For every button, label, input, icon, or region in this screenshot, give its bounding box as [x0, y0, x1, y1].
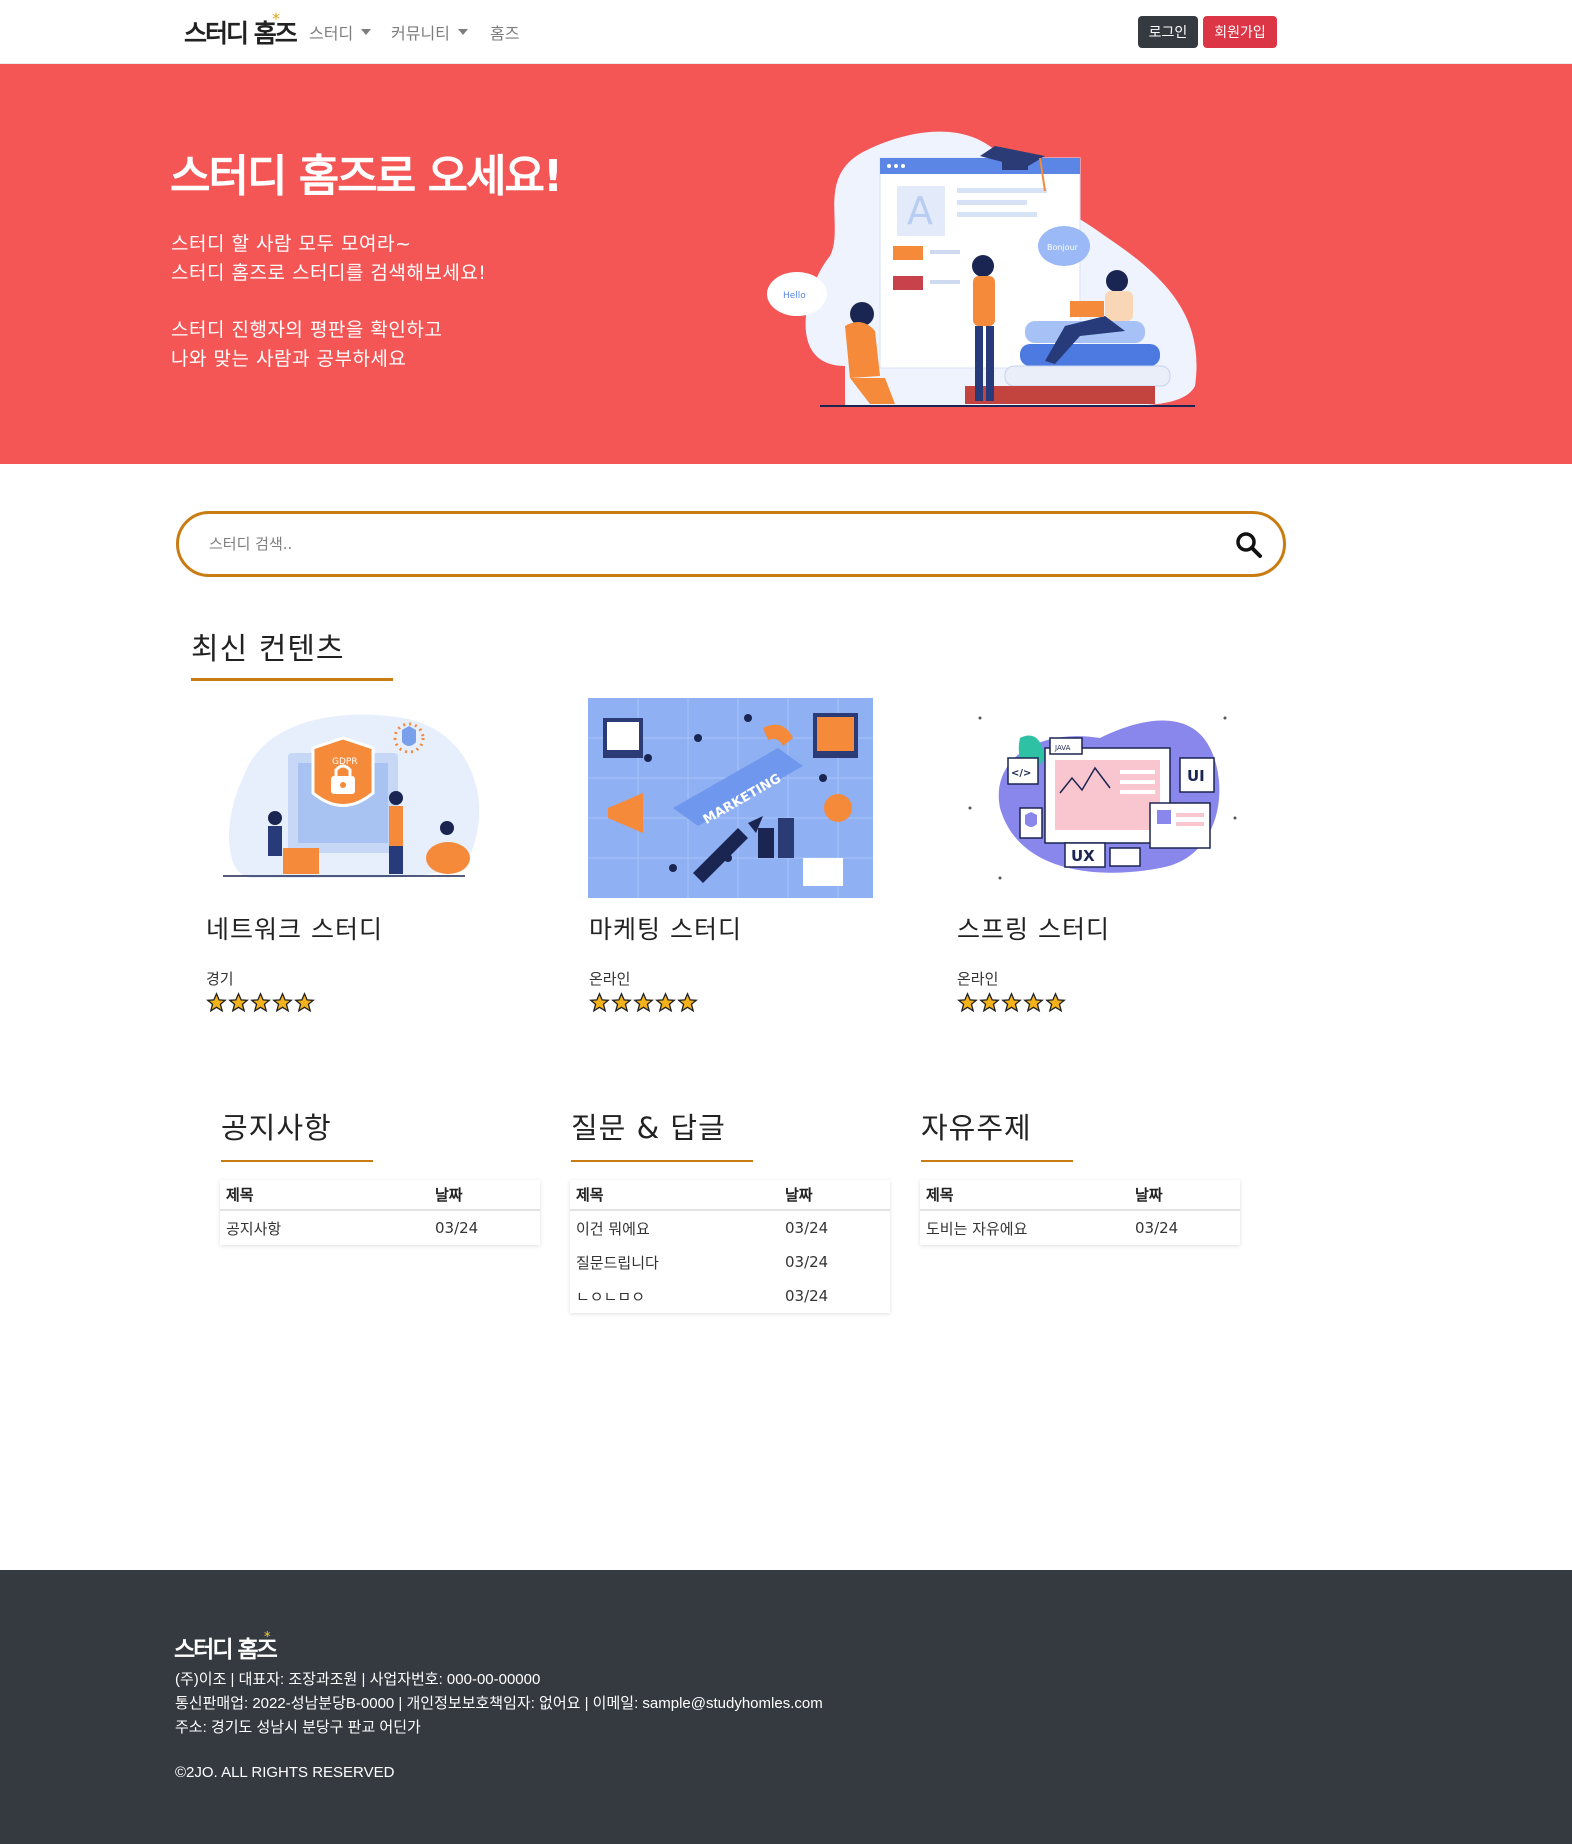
hero-title: 스터디 홈즈로 오세요!	[170, 151, 563, 202]
card-location: 경기	[206, 970, 234, 988]
row-date: 03/24	[785, 1287, 829, 1305]
rating-stars	[589, 992, 698, 1013]
footer-business-info: 통신판매업: 2022-성남분당B-0000 | 개인정보보호책임자: 없어요 …	[175, 1695, 823, 1712]
svg-text:UI: UI	[1187, 767, 1205, 785]
search-input[interactable]	[209, 528, 1169, 560]
hero-text-line: 스터디 진행자의 평판을 확인하고	[171, 319, 443, 341]
section-underline	[191, 678, 393, 681]
column-header-title: 제목	[226, 1186, 254, 1204]
column-header-date: 날짜	[435, 1186, 463, 1204]
row-title: 도비는 자유에요	[926, 1219, 1028, 1238]
footer-address: 주소: 경기도 성남시 분당구 판교 어딘가	[175, 1719, 421, 1736]
row-date: 03/24	[785, 1253, 829, 1271]
nav-study-label: 스터디	[309, 24, 354, 43]
row-title: ㄴㅇㄴㅁㅇ	[576, 1287, 646, 1306]
table-row[interactable]: 공지사항 03/24	[220, 1211, 540, 1245]
star-icon	[250, 992, 271, 1013]
section-underline	[221, 1160, 373, 1162]
star-icon	[272, 992, 293, 1013]
table-row[interactable]: ㄴㅇㄴㅁㅇ 03/24	[570, 1279, 890, 1313]
hero-banner: 스터디 홈즈로 오세요! 스터디 할 사람 모두 모여라~ 스터디 홈즈로 스터…	[0, 64, 1572, 464]
board-title-qna[interactable]: 질문 & 답글	[571, 1105, 726, 1147]
svg-text:A: A	[907, 189, 933, 233]
search-icon[interactable]	[1234, 530, 1264, 560]
card-image-gdpr[interactable]: GDPR	[203, 698, 488, 898]
row-date: 03/24	[435, 1219, 479, 1237]
svg-text:Hello: Hello	[783, 291, 806, 301]
caret-down-icon	[361, 29, 372, 35]
search-bar	[176, 511, 1286, 577]
star-icon	[589, 992, 610, 1013]
row-title: 질문드립니다	[576, 1253, 659, 1272]
table-row[interactable]: 질문드립니다 03/24	[570, 1245, 890, 1279]
star-icon	[677, 992, 698, 1013]
latest-content-title: 최신 컨텐츠	[191, 632, 345, 667]
nav-holmes-label: 홈즈	[490, 24, 520, 43]
star-icon	[1045, 992, 1066, 1013]
card-image-marketing[interactable]: MARKETING	[588, 698, 873, 898]
board-table-qna: 제목 날짜 이건 뭐에요 03/24 질문드립니다 03/24 ㄴㅇㄴㅁㅇ 03…	[570, 1180, 890, 1313]
nav-community-dropdown[interactable]: 커뮤니티	[391, 20, 468, 44]
hero-text-line: 스터디 홈즈로 스터디를 검색해보세요!	[171, 262, 487, 284]
board-title-free[interactable]: 자유주제	[921, 1105, 1032, 1147]
footer-star-icon: *	[264, 1630, 271, 1645]
navbar: 스터디 홈즈 * 스터디 커뮤니티 홈즈 로그인 회원가입	[0, 0, 1572, 64]
star-icon	[1001, 992, 1022, 1013]
card-image-uiux[interactable]: </> JAVA UI UX	[960, 698, 1245, 898]
svg-text:JAVA: JAVA	[1054, 744, 1071, 752]
section-underline	[571, 1160, 753, 1162]
table-header: 제목 날짜	[570, 1180, 890, 1211]
star-icon	[206, 992, 227, 1013]
footer-copyright: ©2JO. ALL RIGHTS RESERVED	[175, 1764, 395, 1781]
star-icon	[979, 992, 1000, 1013]
nav-community-label: 커뮤니티	[391, 24, 450, 43]
card-title[interactable]: 마케팅 스터디	[589, 910, 742, 946]
svg-text:Bonjour: Bonjour	[1047, 243, 1079, 252]
svg-text:</>: </>	[1011, 768, 1031, 779]
row-title: 공지사항	[226, 1219, 282, 1238]
rating-stars	[206, 992, 315, 1013]
star-icon	[611, 992, 632, 1013]
row-title: 이건 뭐에요	[576, 1219, 650, 1238]
card-title[interactable]: 네트워크 스터디	[206, 910, 383, 946]
row-date: 03/24	[1135, 1219, 1179, 1237]
board-table-free: 제목 날짜 도비는 자유에요 03/24	[920, 1180, 1240, 1245]
star-icon	[633, 992, 654, 1013]
card-title[interactable]: 스프링 스터디	[957, 910, 1110, 946]
brand-star-icon: *	[272, 9, 280, 28]
star-icon	[294, 992, 315, 1013]
table-row[interactable]: 이건 뭐에요 03/24	[570, 1211, 890, 1245]
board-table-notice: 제목 날짜 공지사항 03/24	[220, 1180, 540, 1245]
signup-button[interactable]: 회원가입	[1203, 16, 1277, 48]
star-icon	[228, 992, 249, 1013]
column-header-date: 날짜	[785, 1186, 813, 1204]
star-icon	[957, 992, 978, 1013]
rating-stars	[957, 992, 1066, 1013]
card-location: 온라인	[957, 970, 999, 988]
footer-company-info: (주)이조 | 대표자: 조장과조원 | 사업자번호: 000-00-00000	[175, 1671, 541, 1688]
board-title-notice[interactable]: 공지사항	[221, 1105, 332, 1147]
card-location: 온라인	[589, 970, 631, 988]
hero-text-line: 나와 맞는 사람과 공부하세요	[171, 348, 407, 370]
table-row[interactable]: 도비는 자유에요 03/24	[920, 1211, 1240, 1245]
column-header-date: 날짜	[1135, 1186, 1163, 1204]
star-icon	[655, 992, 676, 1013]
nav-holmes-link[interactable]: 홈즈	[490, 20, 519, 44]
table-header: 제목 날짜	[220, 1180, 540, 1211]
star-icon	[1023, 992, 1044, 1013]
caret-down-icon	[457, 29, 468, 35]
table-header: 제목 날짜	[920, 1180, 1240, 1211]
column-header-title: 제목	[926, 1186, 954, 1204]
footer: 스터디 홈즈 * (주)이조 | 대표자: 조장과조원 | 사업자번호: 000…	[0, 1570, 1572, 1844]
hero-study-illustration: A Hello Bonjour	[767, 131, 1197, 407]
column-header-title: 제목	[576, 1186, 604, 1204]
hero-text-line: 스터디 할 사람 모두 모여라~	[171, 233, 412, 255]
row-date: 03/24	[785, 1219, 829, 1237]
footer-brand-logo: 스터디 홈즈	[174, 1637, 278, 1663]
svg-text:UX: UX	[1071, 847, 1095, 865]
nav-study-dropdown[interactable]: 스터디	[309, 20, 372, 44]
login-button[interactable]: 로그인	[1138, 16, 1198, 48]
section-underline	[921, 1160, 1073, 1162]
